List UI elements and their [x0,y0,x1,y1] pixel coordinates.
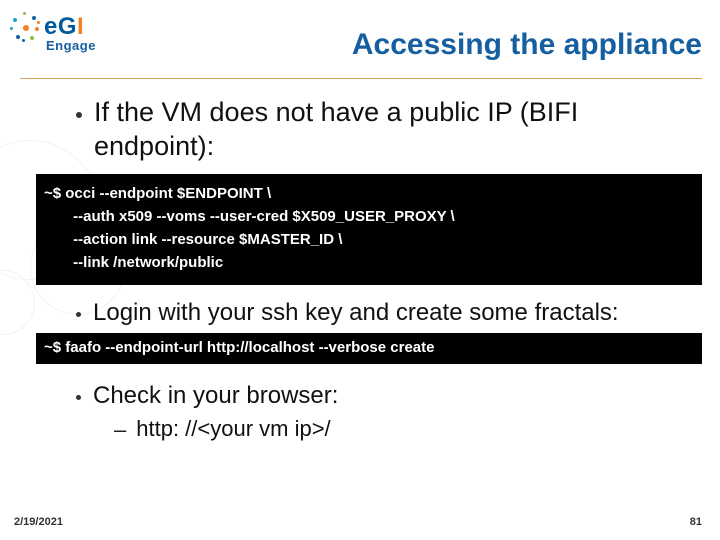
footer-date: 2/19/2021 [14,516,63,528]
bullet-dot-icon [76,112,82,118]
code-block: ~$ faafo --endpoint-url http://localhost… [36,333,702,364]
logo-burst-icon [10,12,40,42]
slide-header: eGI Engage Accessing the appliance [10,10,702,78]
footer-page-number: 81 [690,516,702,528]
bullet-item: Check in your browser: [76,382,688,410]
logo-subtitle: Engage [46,38,96,53]
bullet-text: Login with your ssh key and create some … [93,299,619,327]
header-divider [20,78,702,79]
bullet-text: If the VM does not have a public IP (BIF… [94,96,688,164]
bullet-item: Login with your ssh key and create some … [76,299,688,327]
bullet-dot-icon [76,395,81,400]
bullet-dot-icon [76,312,81,317]
code-block: ~$ occi --endpoint $ENDPOINT \ --auth x5… [36,174,702,285]
slide-content: If the VM does not have a public IP (BIF… [0,96,720,443]
logo-text: eGI [44,15,84,39]
sub-bullet-text: http: //<your vm ip>/ [136,416,330,442]
slide-footer: 2/19/2021 81 [14,516,702,528]
egi-logo: eGI Engage [10,12,96,53]
slide: eGI Engage Accessing the appliance If th… [0,0,720,540]
sub-bullet-item: – http: //<your vm ip>/ [114,416,688,443]
slide-title: Accessing the appliance [352,28,702,62]
bullet-text: Check in your browser: [93,382,338,410]
bullet-item: If the VM does not have a public IP (BIF… [76,96,688,164]
dash-icon: – [114,417,126,443]
